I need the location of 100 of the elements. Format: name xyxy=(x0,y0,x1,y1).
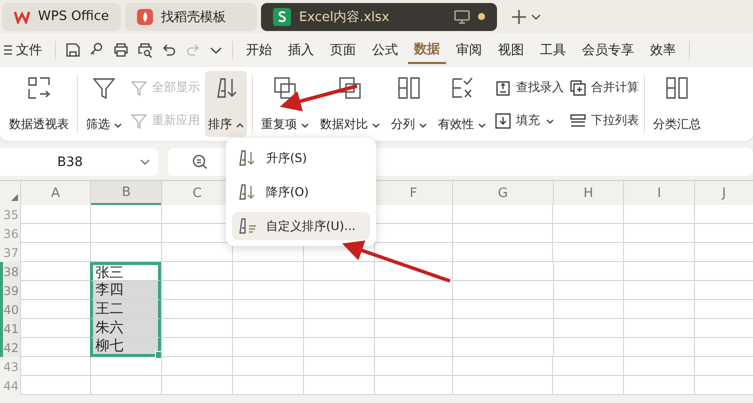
table-cell xyxy=(302,281,374,300)
table-cell xyxy=(232,281,303,300)
table-cell xyxy=(20,243,90,262)
chevron-down-icon xyxy=(140,158,150,166)
table-cell xyxy=(20,224,90,243)
table-cell xyxy=(20,357,90,376)
column-header[interactable]: I xyxy=(624,181,694,205)
ribbon-button[interactable]: 数据透视表 xyxy=(6,71,72,137)
clipboard-icon xyxy=(494,78,512,96)
cell-text: 柳七 xyxy=(94,337,124,355)
table-cell xyxy=(623,300,694,319)
flame-icon xyxy=(137,8,154,24)
table-cell xyxy=(552,224,624,243)
ribbon-button[interactable]: 有效性 xyxy=(435,71,489,137)
squares-icon xyxy=(337,75,363,101)
funnel-icon xyxy=(130,112,148,130)
table-icon xyxy=(26,75,52,101)
table-cell xyxy=(623,262,694,281)
file-menu[interactable]: 文件 xyxy=(16,37,48,63)
table-cell xyxy=(161,262,232,281)
columns-icon xyxy=(396,75,422,101)
chevron-down-icon[interactable] xyxy=(531,12,542,20)
chevron-down-icon[interactable] xyxy=(209,45,223,55)
squares-icon xyxy=(272,75,298,101)
cell-text: 李四 xyxy=(94,281,124,299)
ribbon-button[interactable]: 筛选 xyxy=(83,71,125,137)
ribbon-tab[interactable]: 工具 xyxy=(534,37,572,63)
table-cell xyxy=(552,357,624,376)
cell-text: 朱六 xyxy=(94,319,124,337)
table-cell xyxy=(302,319,374,338)
ribbon-tab[interactable]: 效率 xyxy=(644,37,682,63)
ribbon-button[interactable]: 填充 xyxy=(494,112,564,130)
column-header[interactable]: F xyxy=(374,181,452,205)
cell-text: 王二 xyxy=(94,300,124,318)
column-header[interactable]: B xyxy=(91,181,162,205)
ribbon-button[interactable]: 分列 xyxy=(388,71,430,137)
ribbon-button[interactable]: 分类汇总 xyxy=(650,71,704,137)
ribbon-tab[interactable]: 审阅 xyxy=(450,37,488,63)
table-cell xyxy=(552,262,624,281)
table-cell xyxy=(552,319,624,338)
save-icon[interactable] xyxy=(65,42,81,58)
ribbon-tab[interactable]: 页面 xyxy=(324,37,362,63)
column-header[interactable]: H xyxy=(554,181,624,205)
zoom-icon xyxy=(192,154,208,170)
menu-item[interactable]: 降序(O) xyxy=(232,178,370,206)
monitor-icon[interactable] xyxy=(454,10,470,24)
table-cell xyxy=(623,243,694,262)
funnel-icon xyxy=(130,78,148,96)
ribbon-tab[interactable]: 数据 xyxy=(408,36,446,64)
table-cell xyxy=(302,338,374,357)
menu-item[interactable]: 自定义排序(U)... xyxy=(232,212,370,240)
ribbon-tab[interactable]: 会员专享 xyxy=(576,37,640,63)
table-cell xyxy=(623,319,694,338)
table-cell xyxy=(552,338,624,357)
undo-icon[interactable] xyxy=(161,42,177,58)
ribbon-button[interactable]: 查找录入 xyxy=(494,78,564,96)
print-preview-icon[interactable] xyxy=(137,42,153,58)
table-cell xyxy=(302,300,374,319)
table-cell xyxy=(552,300,624,319)
table-cell xyxy=(232,262,303,281)
ribbon-button[interactable]: 数据对比 xyxy=(317,71,383,137)
menu-item[interactable]: 升序(S) xyxy=(232,144,370,172)
ribbon-tab[interactable]: 公式 xyxy=(366,37,404,63)
select-all-icon[interactable] xyxy=(10,194,18,201)
logo-icon xyxy=(14,10,30,24)
table-cell xyxy=(302,357,374,376)
document-tab[interactable]: WPS Office xyxy=(2,2,122,30)
plus-icon[interactable] xyxy=(511,8,528,24)
columns-icon xyxy=(664,75,690,101)
table-cell xyxy=(552,281,624,300)
ribbon-tab[interactable]: 插入 xyxy=(282,37,320,63)
ribbon-button[interactable]: 下拉列表 xyxy=(569,112,639,130)
menu-icon[interactable] xyxy=(4,44,12,56)
print-icon[interactable] xyxy=(113,42,129,58)
ribbon-button[interactable]: 合并计算 xyxy=(569,78,639,96)
ribbon-tab[interactable]: 视图 xyxy=(492,37,530,63)
table-cell xyxy=(90,243,162,262)
table-cell xyxy=(232,300,303,319)
ribbon-button[interactable]: 排序 xyxy=(205,71,247,137)
table-cell xyxy=(552,243,624,262)
table-cell xyxy=(20,262,90,281)
table-cell xyxy=(623,224,694,243)
sort-icon xyxy=(238,217,258,235)
column-header[interactable]: G xyxy=(453,181,552,205)
table-cell xyxy=(232,319,303,338)
sheet-icon xyxy=(273,8,292,26)
table-cell xyxy=(552,205,624,224)
document-tab[interactable]: Excel内容.xlsx xyxy=(261,2,498,30)
table-cell xyxy=(302,262,374,281)
column-header[interactable]: A xyxy=(20,181,90,205)
ribbon-tab[interactable]: 开始 xyxy=(240,37,278,63)
table-cell xyxy=(623,281,694,300)
table-cell xyxy=(232,338,303,357)
fill-icon xyxy=(494,112,512,130)
table-cell xyxy=(232,357,303,376)
ribbon-button[interactable]: 重复项 xyxy=(258,71,312,137)
document-tab[interactable]: 找稻壳模板 xyxy=(125,2,258,30)
name-box[interactable]: B38 xyxy=(0,148,158,176)
table-cell xyxy=(90,224,162,243)
column-header[interactable]: J xyxy=(695,181,753,205)
